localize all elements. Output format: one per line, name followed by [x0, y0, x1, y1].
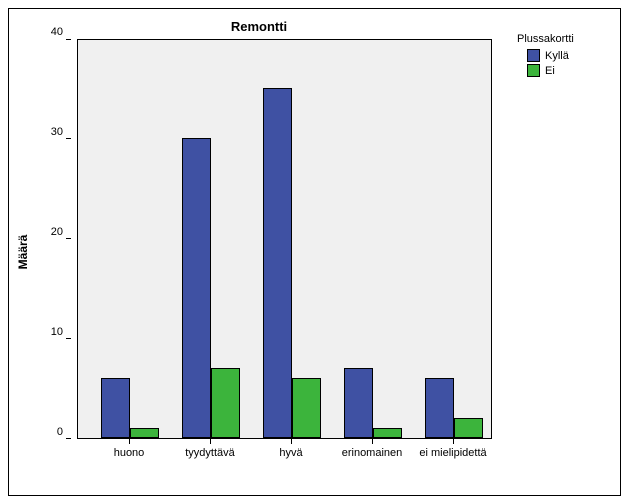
x-axis: huono tyydyttävä hyvä erinomainen ei mie…: [77, 439, 492, 479]
bar-kylla-tyydyttava: [182, 138, 211, 438]
y-tick-label: 40: [51, 26, 63, 38]
y-tick-label: 10: [51, 326, 63, 338]
chart-container: Remontti Määrä 0 10 20 30 40: [8, 8, 621, 496]
bar-ei-tyydyttava: [211, 368, 240, 438]
legend: Plussakortti Kyllä Ei: [517, 33, 574, 79]
bar-ei-eimielipidetta: [454, 418, 483, 438]
bar-kylla-huono: [101, 378, 130, 438]
bar-ei-hyva: [292, 378, 321, 438]
chart-title: Remontti: [9, 19, 509, 34]
legend-item-kylla: Kyllä: [527, 49, 574, 62]
bar-kylla-hyva: [263, 88, 292, 438]
y-tick-label: 30: [51, 126, 63, 138]
bars-layer: [78, 40, 491, 438]
legend-label: Ei: [545, 65, 555, 77]
legend-swatch-icon: [527, 49, 540, 62]
y-axis: 0 10 20 30 40: [9, 39, 71, 439]
x-tick-label: huono: [114, 447, 145, 459]
y-tick-label: 0: [57, 426, 63, 438]
x-tick-label: erinomainen: [342, 447, 403, 459]
bar-ei-huono: [130, 428, 159, 438]
plot-area: [77, 39, 492, 439]
bar-ei-erinomainen: [373, 428, 402, 438]
x-tick-label: ei mielipidettä: [419, 447, 486, 459]
x-tick-label: tyydyttävä: [185, 447, 235, 459]
legend-swatch-icon: [527, 64, 540, 77]
x-tick-label: hyvä: [279, 447, 302, 459]
bar-kylla-eimielipidetta: [425, 378, 454, 438]
bar-kylla-erinomainen: [344, 368, 373, 438]
y-tick-label: 20: [51, 226, 63, 238]
legend-label: Kyllä: [545, 50, 569, 62]
legend-title: Plussakortti: [517, 33, 574, 45]
legend-item-ei: Ei: [527, 64, 574, 77]
